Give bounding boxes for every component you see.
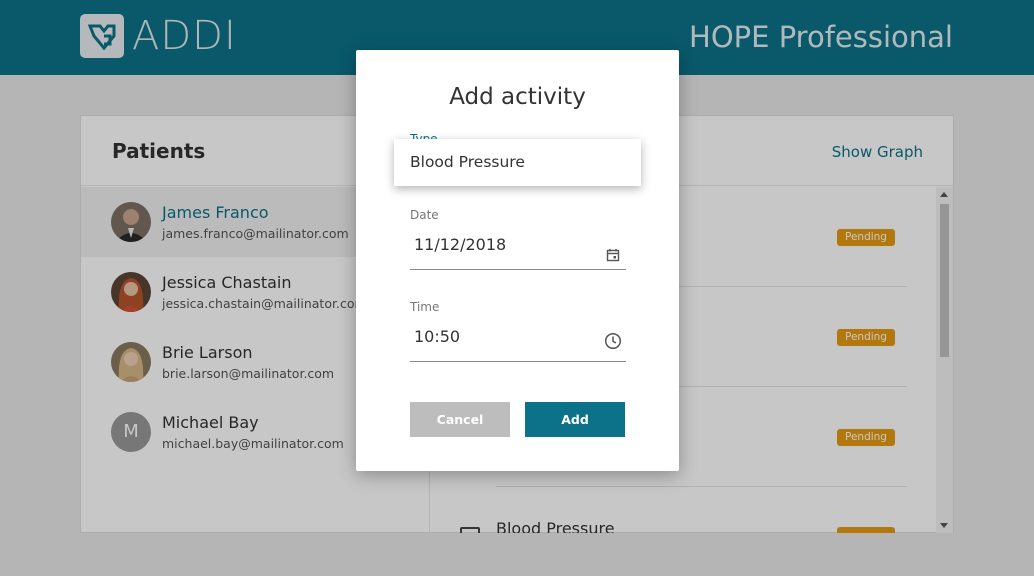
- date-label: Date: [410, 208, 439, 222]
- time-underline: [410, 361, 626, 362]
- add-button[interactable]: Add: [525, 402, 625, 437]
- type-select-menu[interactable]: Blood Pressure: [394, 139, 641, 186]
- calendar-icon[interactable]: [606, 247, 620, 262]
- add-activity-dialog: Add activity Type Blood Pressure Date 11…: [356, 50, 679, 471]
- dialog-title: Add activity: [449, 84, 586, 110]
- date-field[interactable]: 11/12/2018: [414, 235, 506, 254]
- time-field[interactable]: 10:50: [414, 327, 460, 346]
- cancel-button[interactable]: Cancel: [410, 402, 510, 437]
- type-option-blood-pressure[interactable]: Blood Pressure: [410, 153, 525, 171]
- date-underline: [410, 269, 626, 270]
- time-label: Time: [410, 300, 440, 314]
- clock-icon[interactable]: [604, 332, 622, 350]
